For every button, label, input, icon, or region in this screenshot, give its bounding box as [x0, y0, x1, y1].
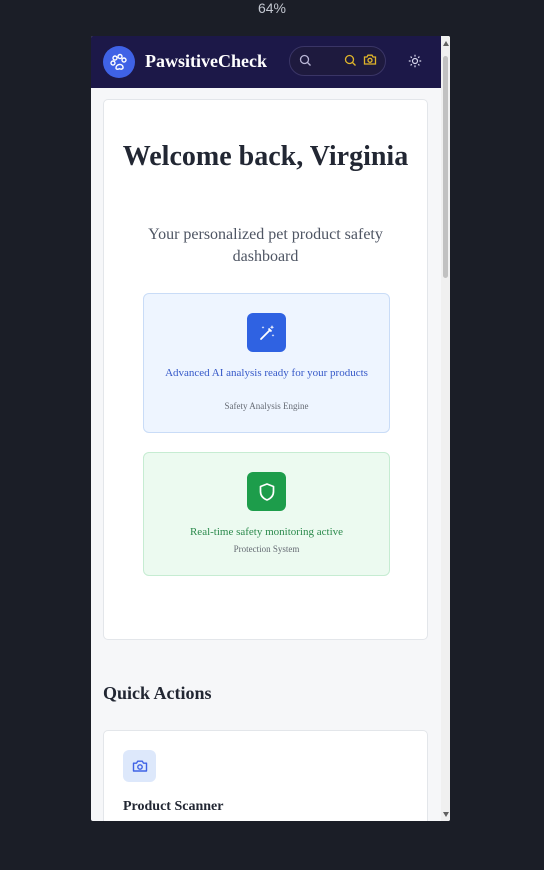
ai-analysis-card: Advanced AI analysis ready for your prod… — [143, 293, 390, 433]
app-viewport: PawsitiveCheck Welcome back, Virginia Yo… — [91, 36, 450, 821]
protection-caption: Protection System — [233, 544, 300, 554]
scroll-down-arrow[interactable] — [443, 812, 449, 817]
top-navigation-bar: PawsitiveCheck — [91, 36, 441, 88]
product-scanner-card[interactable]: Product Scanner — [103, 730, 428, 821]
product-scanner-label: Product Scanner — [123, 799, 224, 814]
page-subtitle: Your personalized pet product safety das… — [148, 226, 383, 265]
search-icon[interactable] — [344, 54, 357, 72]
search-icon[interactable] — [299, 54, 312, 72]
scrollbar-thumb[interactable] — [443, 56, 448, 278]
camera-icon — [123, 750, 156, 782]
ai-caption: Safety Analysis Engine — [224, 401, 309, 411]
shield-icon — [247, 472, 286, 511]
brand-name[interactable]: PawsitiveCheck — [145, 51, 267, 72]
page-title: Welcome back, Virginia — [122, 141, 409, 172]
sun-icon[interactable] — [408, 54, 422, 73]
quick-actions-heading: Quick Actions — [103, 683, 212, 703]
protection-card: Real-time safety monitoring active Prote… — [143, 452, 390, 576]
camera-icon[interactable] — [363, 53, 377, 71]
ai-status-text: Advanced AI analysis ready for your prod… — [165, 367, 368, 379]
paw-icon[interactable] — [103, 46, 135, 78]
scroll-up-arrow[interactable] — [443, 41, 449, 46]
magic-wand-icon — [247, 313, 286, 352]
search-bar[interactable] — [289, 46, 386, 76]
vertical-scrollbar[interactable] — [441, 36, 450, 821]
zoom-indicator: 64% — [257, 0, 287, 16]
protection-status-text: Real-time safety monitoring active — [189, 526, 344, 538]
welcome-card: Welcome back, Virginia Your personalized… — [103, 99, 428, 640]
